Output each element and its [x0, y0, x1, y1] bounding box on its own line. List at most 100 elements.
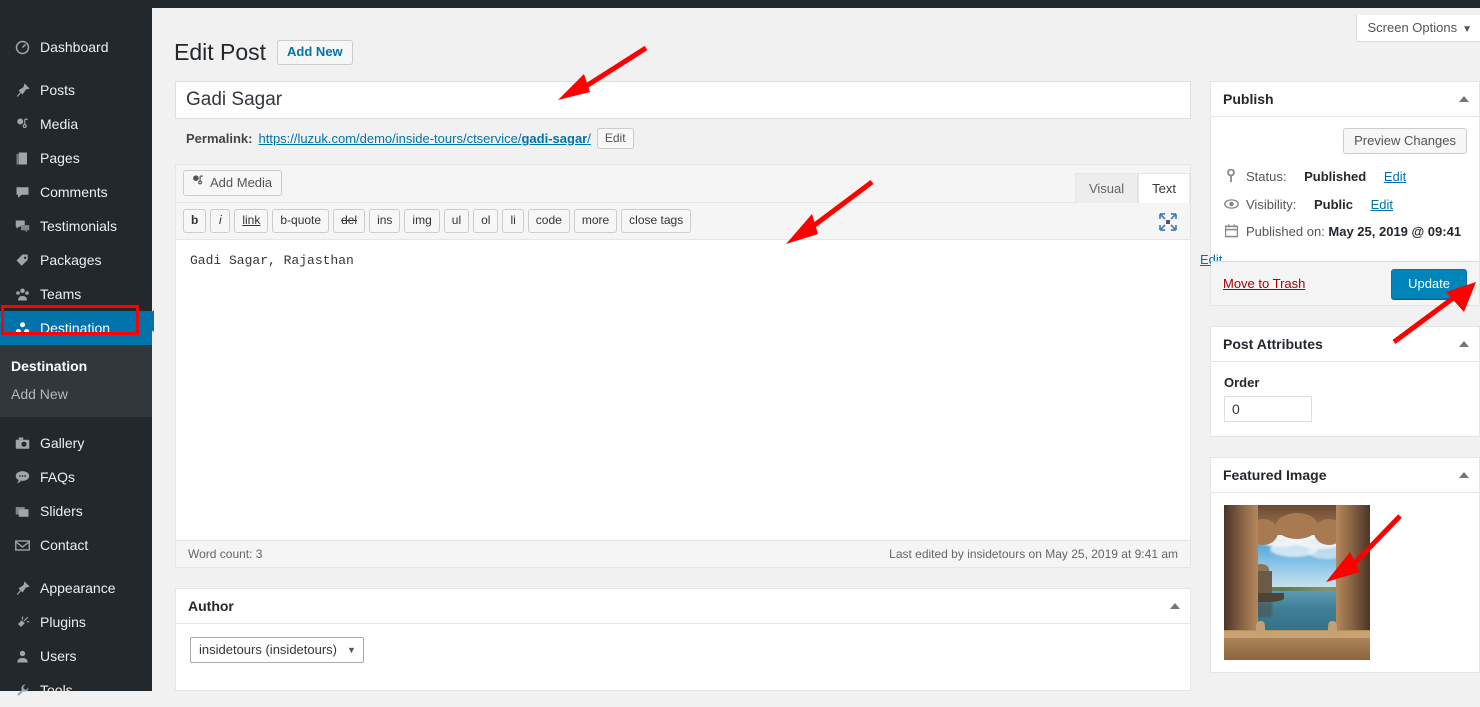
edit-visibility-link[interactable]: Edit: [1371, 197, 1393, 212]
published-value: May 25, 2019 @ 09:41: [1328, 224, 1462, 239]
railing-post: [1256, 621, 1265, 634]
sidebar-item-comments[interactable]: Comments: [0, 175, 152, 209]
editor-status-bar: Word count: 3 Last edited by insidetours…: [176, 540, 1190, 567]
brush-icon: [11, 580, 33, 596]
move-to-trash-link[interactable]: Move to Trash: [1223, 276, 1305, 291]
fullscreen-icon[interactable]: [1158, 212, 1178, 232]
chevron-down-icon: ▼: [347, 644, 356, 655]
sidebar-item-pages[interactable]: Pages: [0, 141, 152, 175]
quicktag-link[interactable]: link: [234, 209, 269, 233]
add-media-button[interactable]: Add Media: [183, 170, 283, 196]
edit-permalink-button[interactable]: Edit: [596, 128, 634, 149]
quicktag-toolbar: b i link b-quote del ins img ul ol li co…: [176, 203, 1190, 240]
toggle-panel-icon[interactable]: [1459, 96, 1469, 102]
post-title-input[interactable]: Gadi Sagar: [175, 81, 1191, 119]
publish-metabox-header: Publish: [1211, 82, 1479, 117]
sidebar-label: Destination: [40, 320, 111, 336]
author-select-value: insidetours (insidetours): [199, 642, 338, 657]
sidebar-item-media[interactable]: Media: [0, 107, 152, 141]
sidebar-label: Appearance: [40, 580, 116, 596]
permalink-tail: /: [587, 131, 591, 146]
quicktag-close-tags[interactable]: close tags: [621, 209, 692, 233]
publish-metabox-title: Publish: [1223, 91, 1274, 107]
quicktag-ins[interactable]: ins: [369, 209, 401, 233]
quicktag-li[interactable]: li: [502, 209, 524, 233]
sidebar-item-plugins[interactable]: Plugins: [0, 605, 152, 639]
plug-icon: [11, 615, 33, 630]
permalink-label: Permalink:: [186, 131, 253, 146]
sidebar-item-destination[interactable]: Destination: [0, 311, 160, 345]
tab-text[interactable]: Text: [1138, 173, 1190, 203]
quicktag-code[interactable]: code: [527, 209, 570, 233]
publish-metabox: Publish Preview Changes Status: Publishe…: [1200, 81, 1480, 306]
chevron-down-icon: ▼: [1462, 24, 1472, 35]
main-content: Screen Options ▼ Edit Post Add New Gadi S…: [152, 8, 1480, 691]
edit-status-link[interactable]: Edit: [1384, 169, 1406, 184]
sidebar-column: Publish Preview Changes Status: Publishe…: [1200, 81, 1480, 693]
teams-icon: [11, 287, 33, 302]
editor-mode-tabs: Visual Text: [1074, 173, 1190, 203]
author-metabox-title: Author: [188, 598, 234, 614]
sidebar-item-gallery[interactable]: Gallery: [0, 426, 152, 460]
post-attributes-title: Post Attributes: [1223, 336, 1323, 352]
featured-image-thumbnail[interactable]: [1224, 505, 1370, 660]
calendar-icon: [1223, 224, 1239, 241]
quicktag-ul[interactable]: ul: [443, 209, 470, 233]
post-content-textarea[interactable]: Gadi Sagar, Rajasthan: [176, 240, 1190, 540]
permalink-slug: gadi-sagar: [521, 131, 588, 146]
author-select[interactable]: insidetours (insidetours) ▼: [190, 637, 364, 663]
permalink-link[interactable]: https://luzuk.com/demo/inside-tours/ctse…: [258, 131, 590, 146]
publish-actions: Move to Trash Update: [1211, 261, 1479, 305]
quicktag-b[interactable]: b: [183, 209, 207, 233]
add-new-button[interactable]: Add New: [277, 40, 353, 65]
last-edited: Last edited by insidetours on May 25, 20…: [889, 547, 1178, 561]
sidebar-label: Gallery: [40, 435, 85, 451]
toggle-panel-icon[interactable]: [1459, 341, 1469, 347]
wrench-icon: [11, 683, 33, 698]
page-title-row: Edit Post Add New: [174, 38, 353, 67]
sidebar-item-faqs[interactable]: FAQs: [0, 460, 152, 494]
quicktag-b-quote[interactable]: b-quote: [272, 209, 330, 233]
sidebar-item-sliders[interactable]: Sliders: [0, 494, 152, 528]
quicktag-i[interactable]: i: [210, 209, 231, 233]
sidebar-label: Media: [40, 116, 79, 132]
permalink-base: https://luzuk.com/demo/inside-tours/ctse…: [258, 131, 522, 146]
featured-image-title: Featured Image: [1223, 467, 1327, 483]
post-attributes-header: Post Attributes: [1211, 327, 1479, 362]
sidebar-item-contact[interactable]: Contact: [0, 528, 152, 562]
sidebar-item-dashboard[interactable]: Dashboard: [0, 30, 152, 64]
quicktag-ol[interactable]: ol: [473, 209, 499, 233]
eye-icon: [1223, 197, 1239, 213]
quicktag-more[interactable]: more: [573, 209, 618, 233]
sidebar-item-appearance[interactable]: Appearance: [0, 571, 152, 605]
quicktag-img[interactable]: img: [404, 209, 440, 233]
order-label: Order: [1224, 375, 1260, 390]
admin-bar[interactable]: [0, 0, 1480, 8]
visibility-label: Visibility:: [1246, 197, 1297, 212]
destination-submenu: Destination Add New: [0, 345, 152, 417]
sidebar-label: FAQs: [40, 469, 76, 485]
status-row: Status: Published Edit: [1223, 168, 1467, 186]
sidebar-item-teams[interactable]: Teams: [0, 277, 152, 311]
permalink-row: Permalink: https://luzuk.com/demo/inside…: [186, 128, 634, 149]
toggle-panel-icon[interactable]: [1459, 472, 1469, 478]
tab-visual[interactable]: Visual: [1074, 173, 1139, 203]
sidebar-item-tools[interactable]: Tools: [0, 673, 152, 707]
sidebar-item-testimonials[interactable]: Testimonials: [0, 209, 152, 243]
toggle-panel-icon[interactable]: [1170, 603, 1180, 609]
screen-options-button[interactable]: Screen Options ▼: [1356, 15, 1480, 42]
post-attributes-metabox: Post Attributes Order 0: [1210, 326, 1480, 437]
pin-status-icon: [1223, 168, 1239, 186]
submenu-item-destination[interactable]: Destination: [0, 352, 152, 380]
envelope-icon: [11, 538, 33, 553]
menu-separator: [0, 64, 152, 73]
tag-icon: [11, 253, 33, 268]
sidebar-item-posts[interactable]: Posts: [0, 73, 152, 107]
sidebar-item-users[interactable]: Users: [0, 639, 152, 673]
submenu-item-add-new[interactable]: Add New: [0, 380, 152, 408]
update-button[interactable]: Update: [1391, 268, 1467, 299]
order-input[interactable]: 0: [1224, 396, 1312, 422]
quicktag-del[interactable]: del: [333, 209, 366, 233]
preview-changes-button[interactable]: Preview Changes: [1343, 128, 1467, 154]
sidebar-item-packages[interactable]: Packages: [0, 243, 152, 277]
